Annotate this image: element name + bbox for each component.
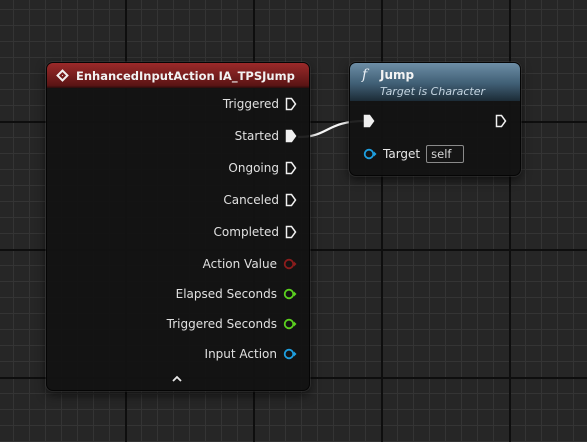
jump-node-subtitle: Target is Character bbox=[380, 85, 485, 98]
float-pin-icon[interactable] bbox=[283, 318, 297, 330]
target-value-field[interactable]: self bbox=[426, 145, 465, 163]
exec-pin-connected-icon[interactable] bbox=[285, 129, 297, 143]
event-node-header[interactable]: EnhancedInputAction IA_TPSJump bbox=[47, 63, 309, 88]
pin-elapsed-seconds-label: Elapsed Seconds bbox=[175, 287, 277, 301]
pin-started[interactable]: Started bbox=[235, 129, 297, 143]
jump-node-header[interactable]: f Jump Target is Character bbox=[350, 63, 520, 101]
exec-in-pin-icon[interactable] bbox=[363, 114, 375, 128]
pin-ongoing[interactable]: Ongoing bbox=[228, 161, 297, 175]
pin-canceled[interactable]: Canceled bbox=[223, 193, 297, 207]
pin-input-action-label: Input Action bbox=[204, 347, 277, 361]
exec-pin-icon[interactable] bbox=[285, 193, 297, 207]
exec-pin-icon[interactable] bbox=[285, 97, 297, 111]
pin-completed[interactable]: Completed bbox=[214, 225, 297, 239]
exec-out-pin-icon[interactable] bbox=[495, 114, 507, 128]
event-diamond-icon bbox=[56, 69, 69, 82]
struct-pin-icon[interactable] bbox=[283, 258, 297, 270]
pin-elapsed-seconds[interactable]: Elapsed Seconds bbox=[176, 287, 297, 301]
pin-triggered[interactable]: Triggered bbox=[223, 97, 297, 111]
pin-completed-label: Completed bbox=[213, 225, 279, 239]
object-pin-icon[interactable] bbox=[283, 348, 297, 360]
pin-triggered-seconds-label: Triggered Seconds bbox=[166, 317, 277, 331]
event-node-title: EnhancedInputAction IA_TPSJump bbox=[76, 68, 295, 83]
pin-started-label: Started bbox=[234, 129, 279, 143]
jump-node-title: Jump bbox=[380, 68, 415, 82]
exec-pin-icon[interactable] bbox=[285, 161, 297, 175]
enhanced-input-action-node[interactable]: EnhancedInputAction IA_TPSJump Triggered… bbox=[46, 62, 310, 391]
pin-canceled-label: Canceled bbox=[223, 193, 279, 207]
target-label: Target bbox=[383, 147, 421, 161]
pin-action-value[interactable]: Action Value bbox=[203, 257, 297, 271]
float-pin-icon[interactable] bbox=[283, 288, 297, 300]
object-pin-icon[interactable] bbox=[363, 148, 377, 160]
pin-triggered-seconds[interactable]: Triggered Seconds bbox=[167, 317, 297, 331]
chevron-up-icon[interactable] bbox=[171, 374, 183, 384]
pin-action-value-label: Action Value bbox=[202, 257, 277, 271]
pin-triggered-label: Triggered bbox=[222, 97, 279, 111]
jump-function-node[interactable]: f Jump Target is Character Target self bbox=[349, 62, 521, 176]
pin-input-action[interactable]: Input Action bbox=[205, 347, 297, 361]
function-icon: f bbox=[362, 67, 368, 83]
target-pin-row[interactable]: Target self bbox=[363, 145, 465, 163]
pin-ongoing-label: Ongoing bbox=[228, 161, 279, 175]
exec-pin-icon[interactable] bbox=[285, 225, 297, 239]
